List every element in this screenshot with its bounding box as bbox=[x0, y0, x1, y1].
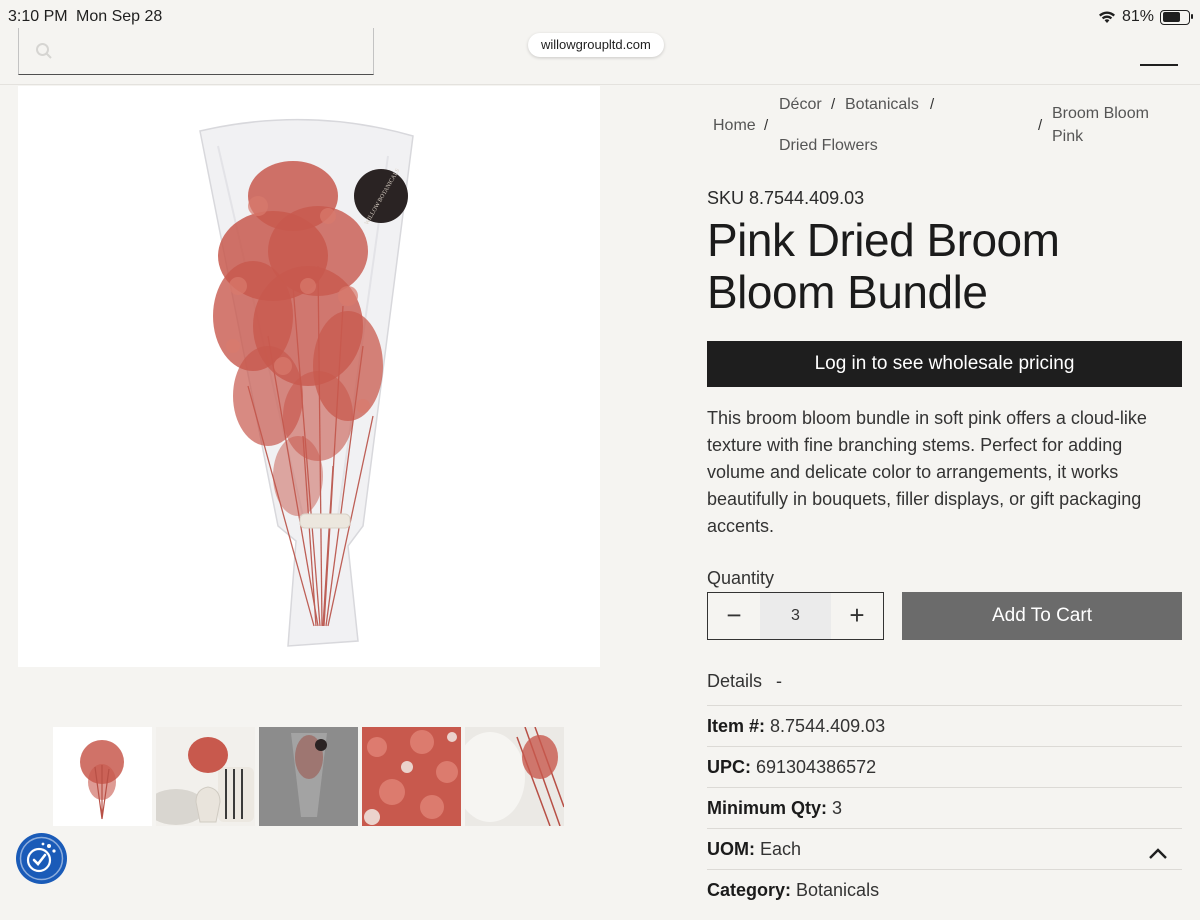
add-to-cart-button[interactable]: Add To Cart bbox=[902, 592, 1182, 640]
breadcrumb-separator: / bbox=[930, 96, 935, 113]
divider bbox=[707, 705, 1182, 706]
status-indicators: 81% bbox=[1098, 8, 1193, 26]
detail-label: UOM: bbox=[707, 839, 755, 859]
battery-percent: 81% bbox=[1121, 8, 1154, 25]
detail-row-minimum-qty: Minimum Qty: 3 bbox=[707, 798, 1182, 838]
status-time: 3:10 PM bbox=[8, 8, 68, 25]
quantity-label: Quantity bbox=[707, 568, 775, 588]
thumbnail-2[interactable] bbox=[156, 727, 255, 826]
search-input[interactable] bbox=[75, 40, 359, 58]
breadcrumb-separator: / bbox=[831, 96, 836, 113]
breadcrumb-dried-flowers[interactable]: Dried Flowers bbox=[779, 137, 878, 155]
product-title: Pink Dried Broom Bloom Bundle bbox=[707, 214, 1060, 318]
chevron-up-icon[interactable] bbox=[1148, 846, 1168, 860]
breadcrumb-separator: / bbox=[1038, 117, 1043, 134]
breadcrumb-home[interactable]: Home bbox=[713, 117, 756, 135]
thumbnail-image bbox=[80, 740, 124, 820]
breadcrumb-botanicals[interactable]: Botanicals bbox=[845, 96, 919, 114]
thumbnail-image bbox=[465, 727, 564, 826]
login-for-pricing-button[interactable]: Log in to see wholesale pricing bbox=[707, 341, 1182, 387]
divider bbox=[707, 869, 1182, 870]
quantity-decrease-button[interactable]: − bbox=[708, 593, 760, 639]
accessibility-button[interactable] bbox=[16, 833, 67, 884]
thumbnail-image bbox=[291, 733, 327, 817]
divider bbox=[707, 746, 1182, 747]
divider bbox=[707, 787, 1182, 788]
url-bar[interactable]: willowgroupltd.com bbox=[528, 33, 664, 57]
detail-value: Each bbox=[755, 839, 802, 859]
breadcrumb-current-line2: Pink bbox=[1052, 128, 1084, 145]
quantity-stepper: − 3 + bbox=[707, 592, 884, 640]
details-heading[interactable]: Details bbox=[707, 671, 762, 692]
breadcrumb-separator: / bbox=[764, 117, 769, 134]
thumbnail-1[interactable] bbox=[53, 727, 152, 826]
detail-label: Minimum Qty: bbox=[707, 798, 827, 818]
detail-label: UPC: bbox=[707, 757, 751, 777]
thumbnail-5[interactable] bbox=[465, 727, 564, 826]
menu-button[interactable] bbox=[1140, 34, 1178, 66]
search-icon bbox=[36, 43, 52, 59]
wifi-icon bbox=[1098, 11, 1115, 23]
bouquet-illustration: WILLOW BOTANICALS bbox=[199, 118, 414, 647]
header-divider bbox=[0, 84, 1200, 85]
quantity-increase-button[interactable]: + bbox=[831, 593, 883, 639]
search-field[interactable] bbox=[18, 28, 374, 75]
detail-row-item-number: Item #: 8.7544.409.03 bbox=[707, 716, 1182, 756]
status-date: Mon Sep 28 bbox=[76, 8, 163, 25]
detail-value: 8.7544.409.03 bbox=[765, 716, 886, 736]
breadcrumb-decor[interactable]: Décor bbox=[779, 96, 822, 114]
thumbnail-image bbox=[156, 727, 255, 826]
thumbnail-4[interactable] bbox=[362, 727, 461, 826]
quantity-input[interactable]: 3 bbox=[760, 593, 831, 639]
detail-value: 691304386572 bbox=[751, 757, 877, 777]
battery-fill bbox=[1162, 12, 1180, 22]
detail-row-category: Category: Botanicals bbox=[707, 880, 1182, 920]
detail-label: Item #: bbox=[707, 716, 766, 736]
battery-icon bbox=[1160, 9, 1193, 25]
detail-row-uom: UOM: Each bbox=[707, 839, 1182, 879]
detail-value: 3 bbox=[827, 798, 843, 818]
detail-value[interactable]: Botanicals bbox=[791, 880, 879, 900]
product-sku: SKU 8.7544.409.03 bbox=[707, 188, 865, 208]
thumbnail-image bbox=[364, 730, 458, 825]
detail-row-upc: UPC: 691304386572 bbox=[707, 757, 1182, 797]
accessibility-icon bbox=[19, 836, 64, 881]
divider bbox=[707, 828, 1182, 829]
breadcrumb-current: Broom Bloom bbox=[1052, 105, 1149, 122]
details-toggle[interactable]: - bbox=[776, 671, 782, 692]
thumbnail-3[interactable] bbox=[259, 727, 358, 826]
main-product-image[interactable]: WILLOW BOTANICALS bbox=[18, 86, 600, 667]
detail-label: Category: bbox=[707, 880, 792, 900]
product-description: This broom bloom bundle in soft pink off… bbox=[707, 408, 1147, 536]
menu-underline bbox=[1140, 64, 1178, 66]
